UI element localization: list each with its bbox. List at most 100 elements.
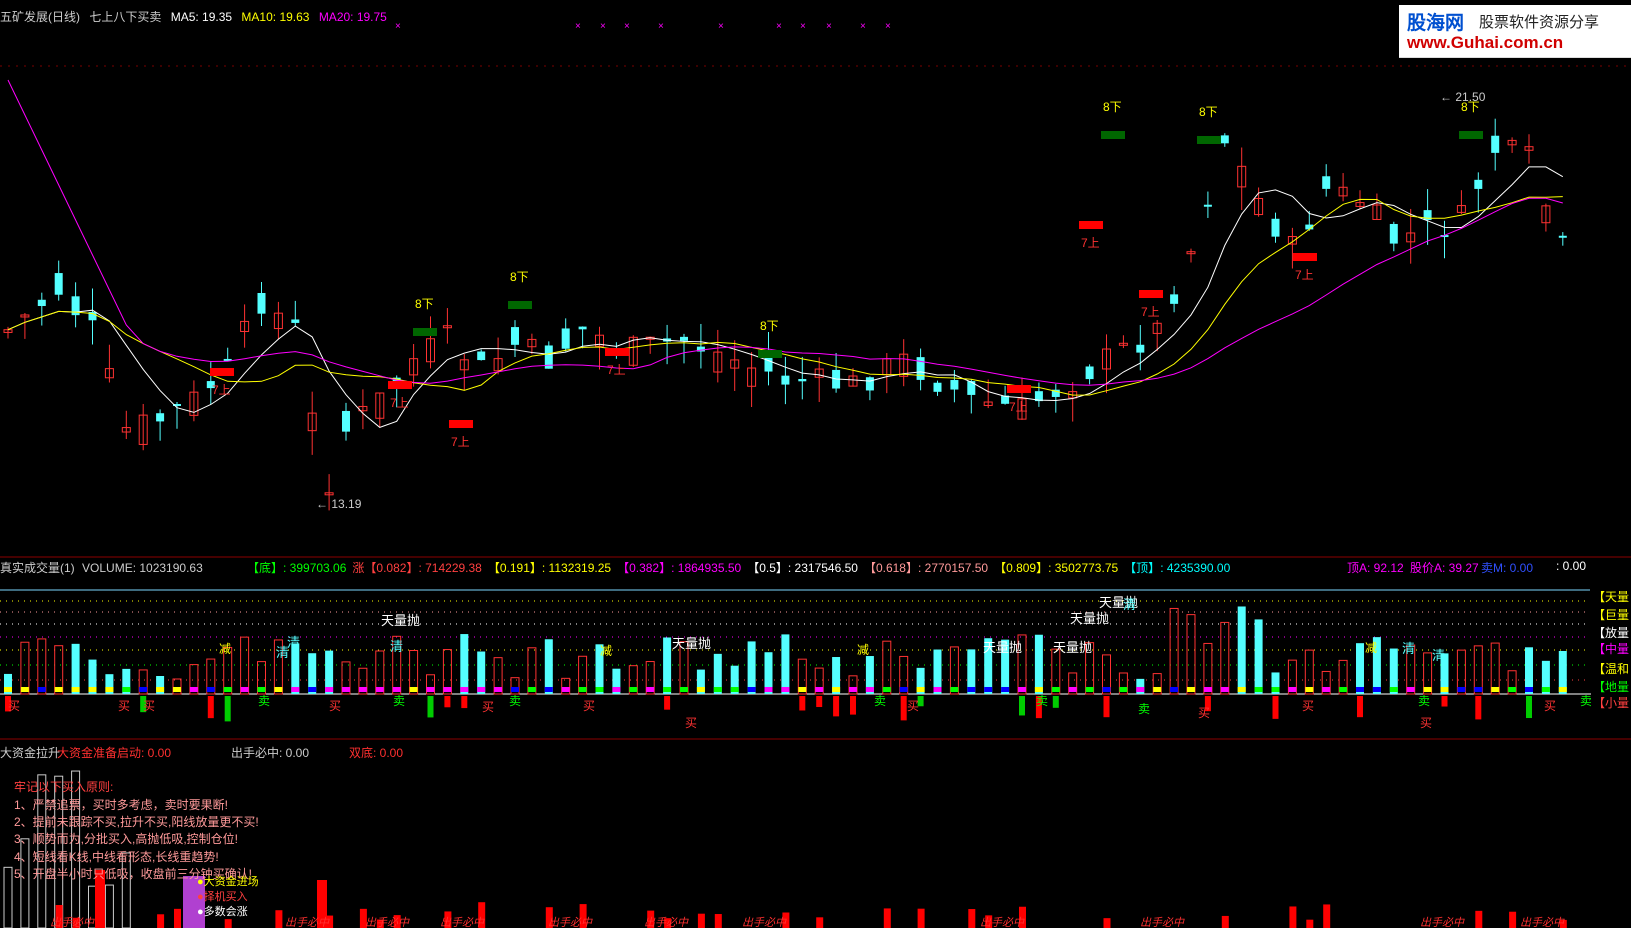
end-value: : 0.00 <box>1556 559 1587 573</box>
buy-signal-label: 7上 <box>212 383 231 397</box>
sell-signal-label: 8下 <box>510 270 529 284</box>
volume-base-marker <box>1288 687 1297 692</box>
bottom-signal-label: 出手必中 <box>742 916 787 928</box>
bottom-signal-label: 出手必中 <box>1140 916 1185 928</box>
bottom-bar-red <box>157 914 165 928</box>
volume-bar <box>747 641 756 694</box>
volume-sell-label: 卖 <box>258 694 270 708</box>
top-x-marker: × <box>860 21 866 32</box>
candle-down <box>1558 235 1567 238</box>
sell-signal-label: 8下 <box>1103 100 1122 114</box>
volume-base-marker <box>1305 687 1314 692</box>
sell-m-value: 卖M: 0.00 <box>1481 561 1534 575</box>
volume-base-marker <box>781 687 790 692</box>
volume-base-marker <box>206 687 215 692</box>
qing-label: 清 <box>1402 641 1415 656</box>
sell-signal-box <box>1459 131 1483 139</box>
volume-base-marker <box>595 687 604 692</box>
legend-mostly-rise: ●多数会涨 <box>197 906 248 918</box>
volume-base-marker <box>1339 687 1348 692</box>
volume-down-marker <box>900 696 907 721</box>
volume-bar <box>1203 642 1213 695</box>
candle-down <box>764 356 773 372</box>
bottom-signal-label: 出手必中 <box>50 916 95 928</box>
volume-bar <box>781 634 790 694</box>
jian-label: 减 <box>600 644 612 658</box>
candle-down <box>798 379 807 382</box>
rule-4: 4、短线看K线,中线看形态,长线重趋势! <box>14 850 219 864</box>
volume-base-marker <box>815 687 824 692</box>
candle-down <box>561 328 570 349</box>
volume-base-marker <box>477 687 486 692</box>
volume-down-marker <box>1357 696 1363 718</box>
volume-base-marker <box>1001 687 1010 692</box>
volume-level-2: 【0.191】: 1132319.25 <box>487 561 612 575</box>
sell-signal-box <box>1101 131 1125 139</box>
volume-base-marker <box>1389 687 1398 692</box>
volume-bar <box>1186 614 1196 695</box>
bottom-bar-red <box>1475 910 1483 928</box>
volume-bar <box>1034 634 1043 694</box>
candle-down <box>1389 223 1398 244</box>
top-x-marker: × <box>800 21 806 32</box>
volume-levels: 【底】: 399703.06 涨【0.082】: 714229.38 【0.191】… <box>247 559 1236 576</box>
buy-signal-box <box>1139 290 1163 298</box>
volume-buy-label: 买 <box>118 699 130 713</box>
volume-down-marker <box>224 696 231 722</box>
sell-signal-box <box>413 328 437 336</box>
candle-down <box>1491 135 1500 153</box>
volume-level-3: 【0.382】: 1864935.50 <box>617 561 742 575</box>
candle-down <box>1322 176 1331 189</box>
volume-buy-label: 买 <box>8 699 20 713</box>
volume-base-marker <box>832 687 841 692</box>
bottom-bar-gray <box>3 866 13 928</box>
volume-down-marker <box>1019 696 1025 716</box>
logo-url: www.Guhai.com.cn <box>1407 33 1564 52</box>
volume-base-marker <box>882 687 891 692</box>
top-x-marker: × <box>826 21 832 32</box>
rule-1: 1、严禁追票，买时多考虑，卖时要果断! <box>14 798 229 812</box>
volume-base-marker <box>71 687 80 692</box>
volume-bar <box>37 638 47 695</box>
jian-label: 减 <box>857 643 869 657</box>
top-x-marker: × <box>624 21 630 32</box>
volume-buy-label: 买 <box>685 716 697 730</box>
candle-down <box>781 375 790 385</box>
volume-buy-label: 买 <box>1302 699 1314 713</box>
volume-base-marker <box>899 687 908 692</box>
volume-base-marker <box>1474 687 1483 692</box>
volume-base-marker <box>1508 687 1517 692</box>
volume-base-marker <box>409 687 418 692</box>
volume-down-marker <box>1103 696 1110 718</box>
buy-signal-label: 7上 <box>390 396 409 410</box>
volume-base-marker <box>511 687 519 692</box>
site-logo[interactable]: 股海网 股票软件资源分享 www.Guhai.com.cn <box>1399 5 1631 58</box>
volume-base-marker <box>1119 687 1128 692</box>
volume-base-marker <box>967 687 976 692</box>
volume-base-marker <box>37 687 46 692</box>
volume-base-marker <box>1322 687 1331 692</box>
bottom-bar-red <box>1103 918 1111 928</box>
price-a-value: 股价A: 39.27 <box>1410 561 1479 575</box>
volume-level-6: 【0.809】: 3502773.75 <box>994 561 1119 575</box>
volume-base-marker <box>189 687 198 692</box>
qing-label: 清 <box>1432 648 1445 663</box>
top-x-marker: × <box>575 21 581 32</box>
candle-down <box>865 377 874 391</box>
volume-base-marker <box>1085 687 1094 692</box>
volume-level-1: 涨【0.082】: 714229.38 <box>352 561 482 575</box>
volume-base-marker <box>1203 687 1212 692</box>
volume-down-marker <box>1272 696 1279 719</box>
volume-bar <box>54 645 64 695</box>
volume-base-marker <box>561 687 570 692</box>
qing-label: 清 <box>287 635 300 650</box>
volume-name: 真实成交量(1) <box>0 561 75 575</box>
volume-base-marker <box>1541 687 1550 692</box>
volume-base-marker <box>443 687 452 692</box>
volume-bar <box>1220 621 1230 695</box>
volume-base-marker <box>1271 687 1280 692</box>
candle-down <box>257 292 266 314</box>
volume-buy-label: 买 <box>329 699 341 713</box>
qing-label: 清 <box>390 639 403 654</box>
volume-base-marker <box>1372 687 1381 692</box>
